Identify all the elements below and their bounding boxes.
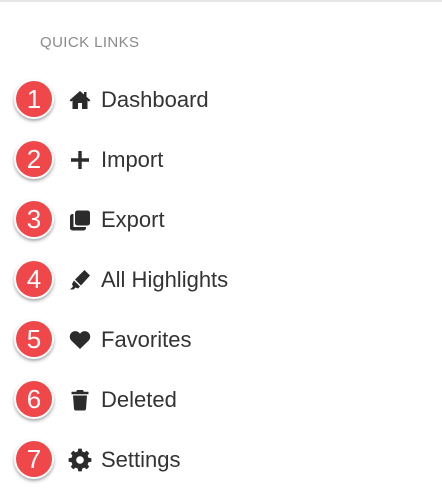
step-badge: 1 (14, 79, 54, 119)
section-heading: QUICK LINKS (40, 34, 140, 51)
quick-links-list: 1 Dashboard 2 Import 3 Export 4 All High… (0, 70, 442, 490)
step-badge: 5 (14, 319, 54, 359)
quick-link-label: Settings (101, 447, 181, 472)
quick-link-label: Import (101, 147, 164, 172)
quick-link-import[interactable]: 2 Import (0, 130, 442, 190)
quick-link-label: All Highlights (101, 267, 229, 292)
step-badge: 6 (14, 379, 54, 419)
quick-link-settings[interactable]: 7 Settings (0, 430, 442, 490)
quick-link-label: Export (101, 207, 165, 232)
quick-link-label: Favorites (101, 327, 192, 352)
quick-link-favorites[interactable]: 5 Favorites (0, 310, 442, 370)
quick-link-dashboard[interactable]: 1 Dashboard (0, 70, 442, 130)
quick-link-label: Dashboard (101, 87, 209, 112)
step-badge: 3 (14, 199, 54, 239)
trash-icon (67, 388, 93, 412)
step-badge: 2 (14, 139, 54, 179)
highlighter-icon (67, 268, 93, 292)
home-icon (67, 88, 93, 112)
top-divider (0, 0, 442, 2)
gear-icon (67, 448, 93, 472)
quick-link-all-highlights[interactable]: 4 All Highlights (0, 250, 442, 310)
plus-icon (67, 148, 93, 172)
quick-link-export[interactable]: 3 Export (0, 190, 442, 250)
step-badge: 4 (14, 259, 54, 299)
quick-link-label: Deleted (101, 387, 177, 412)
quick-link-deleted[interactable]: 6 Deleted (0, 370, 442, 430)
heart-icon (67, 328, 93, 352)
step-badge: 7 (14, 439, 54, 479)
copy-icon (67, 208, 93, 232)
quick-links-panel: QUICK LINKS 1 Dashboard 2 Import 3 Expor… (0, 0, 442, 490)
